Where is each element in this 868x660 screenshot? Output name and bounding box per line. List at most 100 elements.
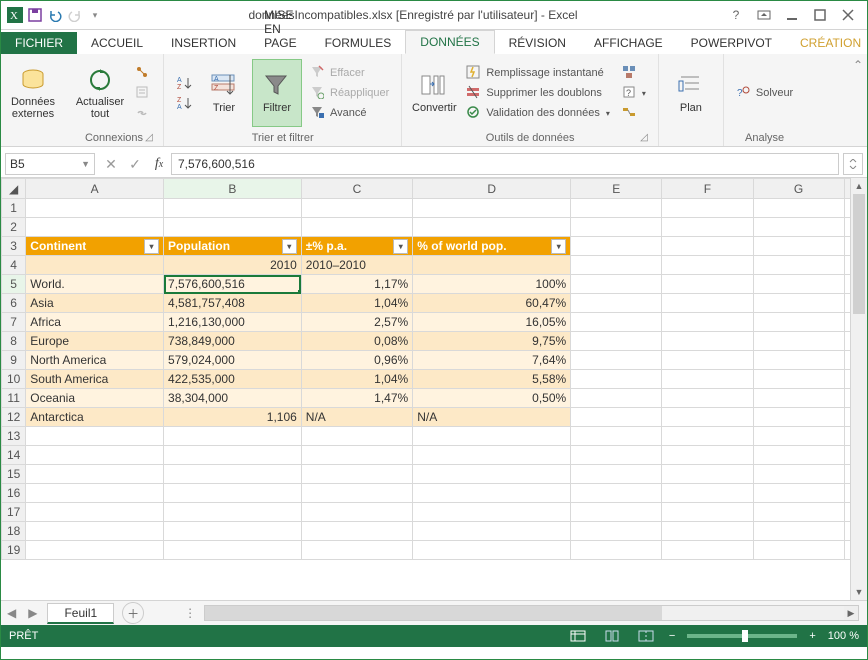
col-A-header[interactable]: A [26, 179, 164, 199]
row-header[interactable]: 17 [2, 503, 26, 522]
row-header[interactable]: 13 [2, 427, 26, 446]
cell[interactable]: 4,581,757,408 [164, 294, 302, 313]
view-page-layout-icon[interactable] [601, 628, 623, 644]
reapply-button[interactable]: Réappliquer [306, 83, 393, 103]
filter-dropdown-icon[interactable]: ▾ [393, 239, 408, 254]
select-all-cell[interactable]: ◢ [2, 179, 26, 199]
maximize-icon[interactable] [811, 6, 829, 24]
tab-review[interactable]: RÉVISION [495, 32, 580, 54]
edit-links-button[interactable] [131, 103, 155, 123]
cell[interactable]: Antarctica [26, 408, 164, 427]
row-header[interactable]: 16 [2, 484, 26, 503]
filter-dropdown-icon[interactable]: ▾ [282, 239, 297, 254]
row-header[interactable]: 7 [2, 313, 26, 332]
flash-fill-button[interactable]: Remplissage instantané [462, 63, 614, 83]
cell[interactable]: 2010–2010 [301, 256, 412, 275]
row-header[interactable]: 3 [2, 237, 26, 256]
relationships-button[interactable] [618, 103, 650, 123]
table-header[interactable]: % of world pop.▾ [413, 237, 571, 256]
zoom-slider[interactable] [687, 634, 797, 638]
row-header[interactable]: 11 [2, 389, 26, 408]
cell[interactable]: 422,535,000 [164, 370, 302, 389]
connections-launcher-icon[interactable]: ◿ [143, 132, 155, 144]
[ s-button[interactable]: Filtrer [252, 59, 302, 127]
insert-function-icon[interactable]: fx [147, 156, 171, 172]
cell[interactable]: North America [26, 351, 164, 370]
tab-formulas[interactable]: FORMULES [311, 32, 406, 54]
cell[interactable]: Asia [26, 294, 164, 313]
row-header[interactable]: 18 [2, 522, 26, 541]
vertical-scrollbar[interactable]: ▲ ▼ [850, 178, 867, 600]
qat-customize-icon[interactable]: ▾ [87, 7, 103, 23]
connections-button[interactable] [131, 63, 155, 83]
name-box[interactable]: B5 ▼ [5, 153, 95, 175]
cell[interactable]: 38,304,000 [164, 389, 302, 408]
col-C-header[interactable]: C [301, 179, 412, 199]
undo-icon[interactable] [47, 7, 63, 23]
col-G-header[interactable]: G [753, 179, 844, 199]
row-header[interactable]: 12 [2, 408, 26, 427]
spreadsheet-grid[interactable]: ◢ A B C D E F G 1 2 3 Continent▾ Populat… [1, 178, 867, 600]
cell[interactable]: 5,58% [413, 370, 571, 389]
cell[interactable]: World. [26, 275, 164, 294]
row-header[interactable]: 9 [2, 351, 26, 370]
row-header[interactable]: 8 [2, 332, 26, 351]
table-header[interactable]: ±% p.a.▾ [301, 237, 412, 256]
table-header[interactable]: Continent▾ [26, 237, 164, 256]
expand-formula-bar-icon[interactable] [843, 153, 863, 175]
cell[interactable]: 7,64% [413, 351, 571, 370]
col-E-header[interactable]: E [571, 179, 662, 199]
ribbon-display-icon[interactable] [755, 6, 773, 24]
table-header[interactable]: Population▾ [164, 237, 302, 256]
tab-view[interactable]: AFFICHAGE [580, 32, 677, 54]
add-sheet-button[interactable]: ＋ [122, 602, 144, 624]
row-header[interactable]: 10 [2, 370, 26, 389]
cell[interactable]: N/A [413, 408, 571, 427]
filter-dropdown-icon[interactable]: ▾ [551, 239, 566, 254]
remove-duplicates-button[interactable]: Supprimer les doublons [462, 83, 614, 103]
cell[interactable]: 2,57% [301, 313, 412, 332]
properties-button[interactable] [131, 83, 155, 103]
cell[interactable]: 1,106 [164, 408, 302, 427]
data-validation-button[interactable]: Validation des données▾ [462, 103, 614, 123]
row-header[interactable]: 14 [2, 446, 26, 465]
data-tools-launcher-icon[interactable]: ◿ [638, 132, 650, 144]
help-icon[interactable]: ? [727, 6, 745, 24]
cell[interactable]: Europe [26, 332, 164, 351]
cell[interactable]: 2010 [164, 256, 302, 275]
cell[interactable]: N/A [301, 408, 412, 427]
whatif-button[interactable]: ?▾ [618, 83, 650, 103]
row-header[interactable]: 2 [2, 218, 26, 237]
close-icon[interactable] [839, 6, 857, 24]
cancel-edit-icon[interactable]: ✕ [99, 156, 123, 173]
solver-button[interactable]: ?Solveur [732, 83, 797, 103]
clear-filter-button[interactable]: Effacer [306, 63, 393, 83]
advanced-filter-button[interactable]: Avancé [306, 103, 393, 123]
cell[interactable]: 9,75% [413, 332, 571, 351]
zoom-out-button[interactable]: − [669, 630, 675, 642]
sheet-nav-next-icon[interactable]: ▶ [22, 606, 43, 620]
cell[interactable]: 0,50% [413, 389, 571, 408]
tab-data[interactable]: DONNÉES [405, 30, 494, 54]
cell[interactable]: 1,04% [301, 294, 412, 313]
sort-desc-button[interactable]: ZA [172, 93, 196, 113]
scroll-right-icon[interactable]: ▶ [844, 606, 858, 620]
zoom-in-button[interactable]: + [809, 630, 815, 642]
col-F-header[interactable]: F [662, 179, 753, 199]
tab-creation[interactable]: CRÉATION [786, 32, 868, 54]
sort-asc-button[interactable]: AZ [172, 73, 196, 93]
consolidate-button[interactable] [618, 63, 650, 83]
scroll-down-icon[interactable]: ▼ [851, 584, 867, 600]
sheet-tab[interactable]: Feuil1 [47, 603, 114, 624]
cell[interactable]: Africa [26, 313, 164, 332]
cell[interactable]: 60,47% [413, 294, 571, 313]
scroll-up-icon[interactable]: ▲ [851, 178, 867, 194]
sheet-nav-prev-icon[interactable]: ◀ [1, 606, 22, 620]
row-header[interactable]: 19 [2, 541, 26, 560]
row-header[interactable]: 4 [2, 256, 26, 275]
refresh-all-button[interactable]: Actualiser tout [73, 60, 127, 126]
scroll-thumb[interactable] [205, 606, 662, 620]
cell[interactable]: 0,08% [301, 332, 412, 351]
cell[interactable]: South America [26, 370, 164, 389]
tab-home[interactable]: ACCUEIL [77, 32, 157, 54]
